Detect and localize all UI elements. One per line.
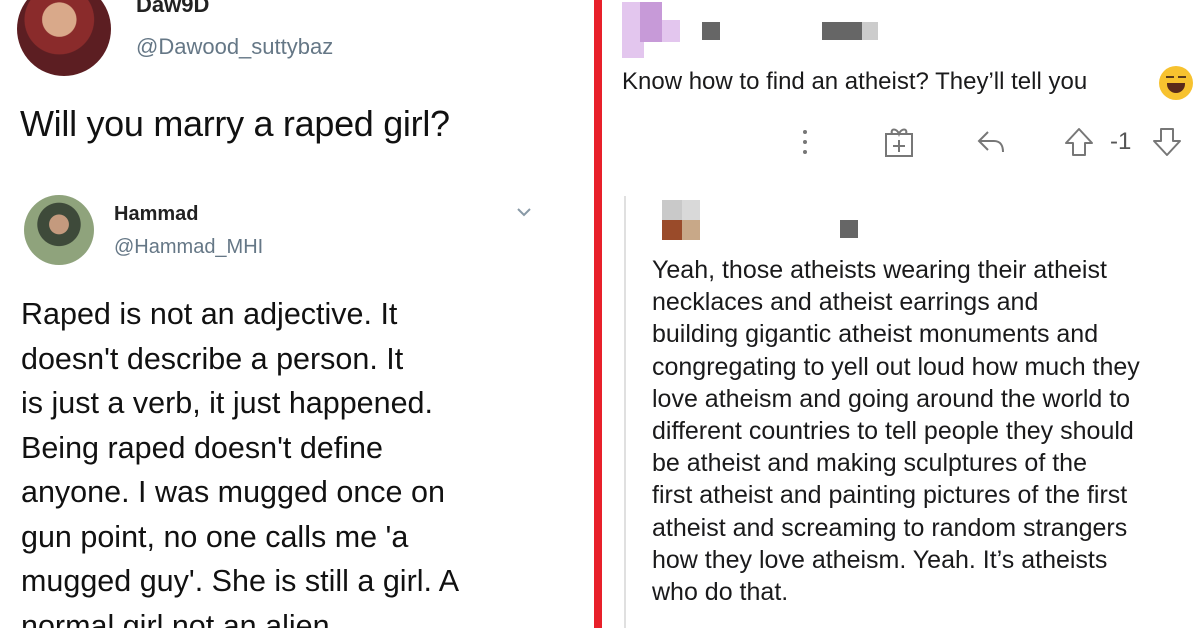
reply-line: doesn't describe a person. It [21, 341, 404, 376]
reply-line: anyone. I was mugged once on [21, 475, 445, 509]
tweet-screenshot-panel: Daw9D @Dawood_suttybaz Will you marry a … [0, 0, 594, 628]
comment-screenshot-panel: Know how to find an atheist? They’ll tel… [602, 0, 1200, 628]
tweet-text: Will you marry a raped girl? [20, 103, 450, 144]
comment-line: building gigantic atheist monuments and [652, 320, 1099, 349]
reply-line: mugged guy'. She is still a girl. A [21, 564, 460, 598]
comment-line: how they love atheism. Yeah. It’s atheis… [652, 545, 1108, 574]
reply-line: is just a verb, it just happened. [21, 386, 433, 420]
comment-line: atheist and screaming to random stranger… [652, 513, 1128, 542]
comment-line: different countries to tell people they … [652, 417, 1134, 446]
reply-line: normal girl not an alien. [21, 608, 339, 628]
post-text: Know how to find an atheist? They’ll tel… [622, 68, 1088, 95]
reply-line: Being raped doesn't define [21, 430, 383, 465]
comment-line: be atheist and making sculptures of the [652, 449, 1087, 478]
gift-icon[interactable] [882, 124, 916, 160]
redacted-timestamp [822, 22, 862, 40]
reply-author-handle[interactable]: @Hammad_MHI [114, 236, 263, 259]
redacted-comment-username [840, 220, 858, 238]
comment-line: first atheist and painting pictures of t… [652, 481, 1128, 510]
comment-line: necklaces and atheist earrings and [652, 288, 1039, 317]
author-name[interactable]: Daw9D [136, 0, 209, 18]
redacted-username [702, 22, 720, 40]
comment-line: congregating to yell out loud how much t… [652, 352, 1140, 381]
author-handle[interactable]: @Dawood_suttybaz [136, 34, 333, 60]
comment-line: who do that. [652, 578, 789, 607]
comment-line: Yeah, those atheists wearing their athei… [652, 256, 1107, 284]
avatar[interactable] [17, 0, 111, 76]
thread-line[interactable] [624, 196, 626, 628]
reply-icon[interactable] [974, 124, 1008, 160]
chevron-down-icon[interactable] [514, 205, 534, 219]
comment-text: Yeah, those atheists wearing their athei… [652, 254, 1200, 608]
comment-line: love atheism and going around the world … [652, 384, 1131, 413]
downvote-icon[interactable] [1150, 124, 1184, 160]
more-icon[interactable] [798, 124, 812, 160]
reply-avatar[interactable] [24, 195, 94, 265]
reply-line: gun point, no one calls me 'a [21, 519, 409, 554]
vote-score: -1 [1110, 128, 1132, 155]
panel-divider [594, 0, 602, 628]
reply-text: Raped is not an adjective. It doesn't de… [21, 292, 581, 628]
reply-line: Raped is not an adjective. It [21, 297, 398, 331]
upvote-icon[interactable] [1062, 124, 1096, 160]
reply-author-name[interactable]: Hammad [114, 203, 198, 226]
laughing-emoji-icon [1159, 66, 1193, 100]
